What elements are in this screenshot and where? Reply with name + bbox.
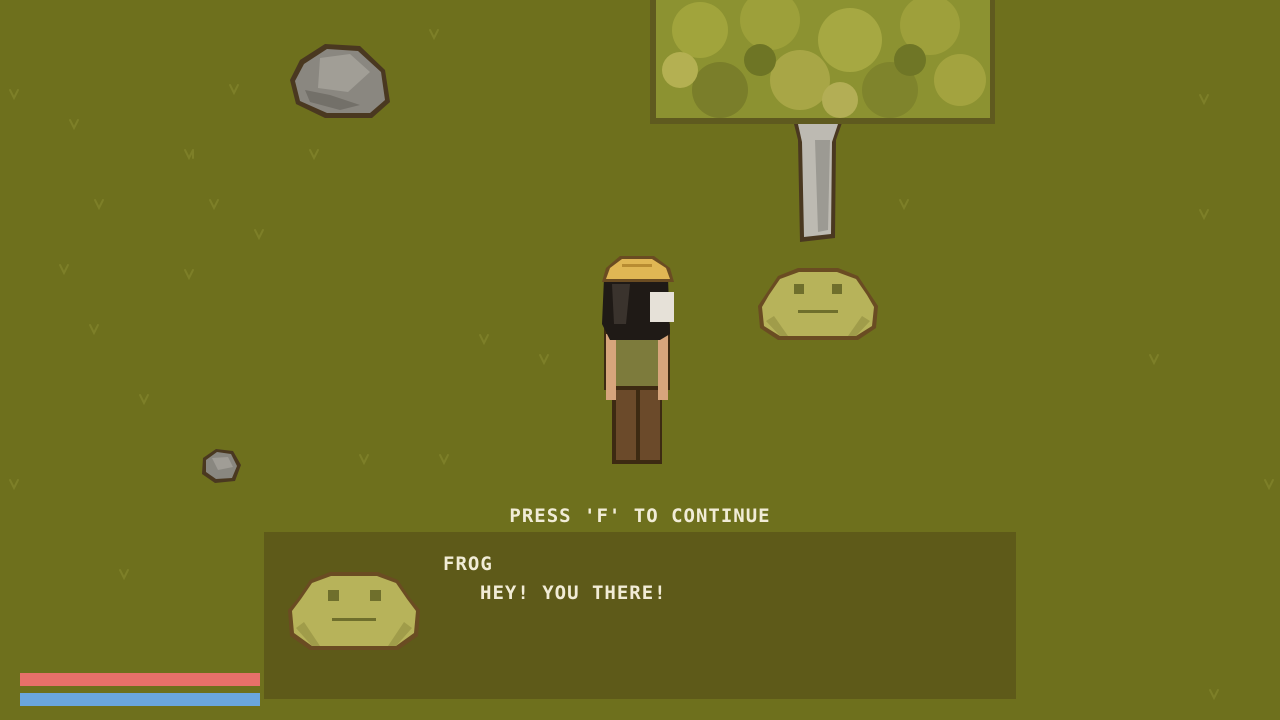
- tree-trunk: [793, 120, 843, 242]
- tree-canopy: [650, 0, 995, 124]
- frog-portrait: [288, 572, 420, 650]
- frog-npc[interactable]: [758, 268, 878, 340]
- health-bar: [20, 673, 260, 686]
- mana-bar: [20, 693, 260, 706]
- small-rock: [202, 449, 241, 483]
- boulder: [290, 44, 390, 118]
- dialog-box: [264, 532, 1016, 699]
- dialog-speaker-name: FROG: [443, 553, 493, 575]
- continue-prompt: PRESS 'F' TO CONTINUE: [509, 505, 771, 527]
- player-character: [602, 256, 674, 464]
- dialog-text: HEY! YOU THERE!: [480, 582, 667, 604]
